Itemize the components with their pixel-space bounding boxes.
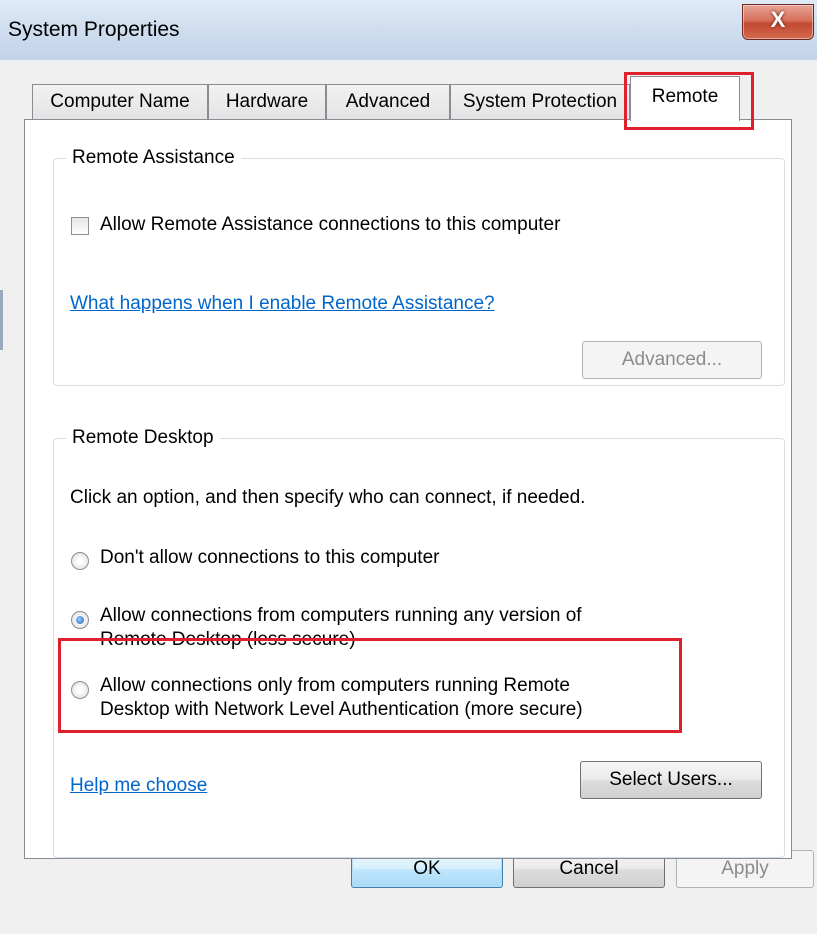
advanced-button[interactable]: Advanced...	[582, 341, 762, 379]
option-allow-any-version-label[interactable]: Allow connections from computers running…	[100, 605, 582, 627]
window-edge	[0, 290, 3, 350]
remote-tab-highlight	[624, 72, 754, 130]
dialog-body: Computer Name Hardware Advanced System P…	[0, 60, 817, 934]
option-dont-allow-label[interactable]: Don't allow connections to this computer	[100, 547, 439, 569]
selected-option-highlight	[58, 638, 682, 733]
tab-hardware[interactable]: Hardware	[208, 84, 326, 120]
remote-desktop-legend: Remote Desktop	[66, 427, 220, 449]
close-icon: X	[770, 7, 786, 32]
remote-tab-panel: Remote Assistance Allow Remote Assistanc…	[24, 119, 792, 859]
remote-assistance-help-link[interactable]: What happens when I enable Remote Assist…	[70, 293, 495, 315]
title-bar[interactable]: System Properties X	[0, 0, 817, 60]
remote-assistance-checkbox[interactable]	[71, 217, 89, 235]
remote-assistance-checkbox-label[interactable]: Allow Remote Assistance connections to t…	[100, 214, 560, 236]
close-button[interactable]: X	[742, 4, 814, 40]
remote-assistance-group: Remote Assistance Allow Remote Assistanc…	[53, 147, 785, 386]
window-title: System Properties	[8, 18, 180, 41]
remote-assistance-legend: Remote Assistance	[66, 147, 241, 169]
help-me-choose-link[interactable]: Help me choose	[70, 775, 207, 797]
radio-allow-any-version[interactable]	[71, 611, 89, 629]
tab-system-protection[interactable]: System Protection	[450, 84, 630, 120]
tab-advanced[interactable]: Advanced	[326, 84, 450, 120]
radio-dont-allow[interactable]	[71, 552, 89, 570]
tab-computer-name[interactable]: Computer Name	[32, 84, 208, 120]
select-users-button[interactable]: Select Users...	[580, 761, 762, 799]
remote-desktop-instruction: Click an option, and then specify who ca…	[70, 487, 586, 508]
